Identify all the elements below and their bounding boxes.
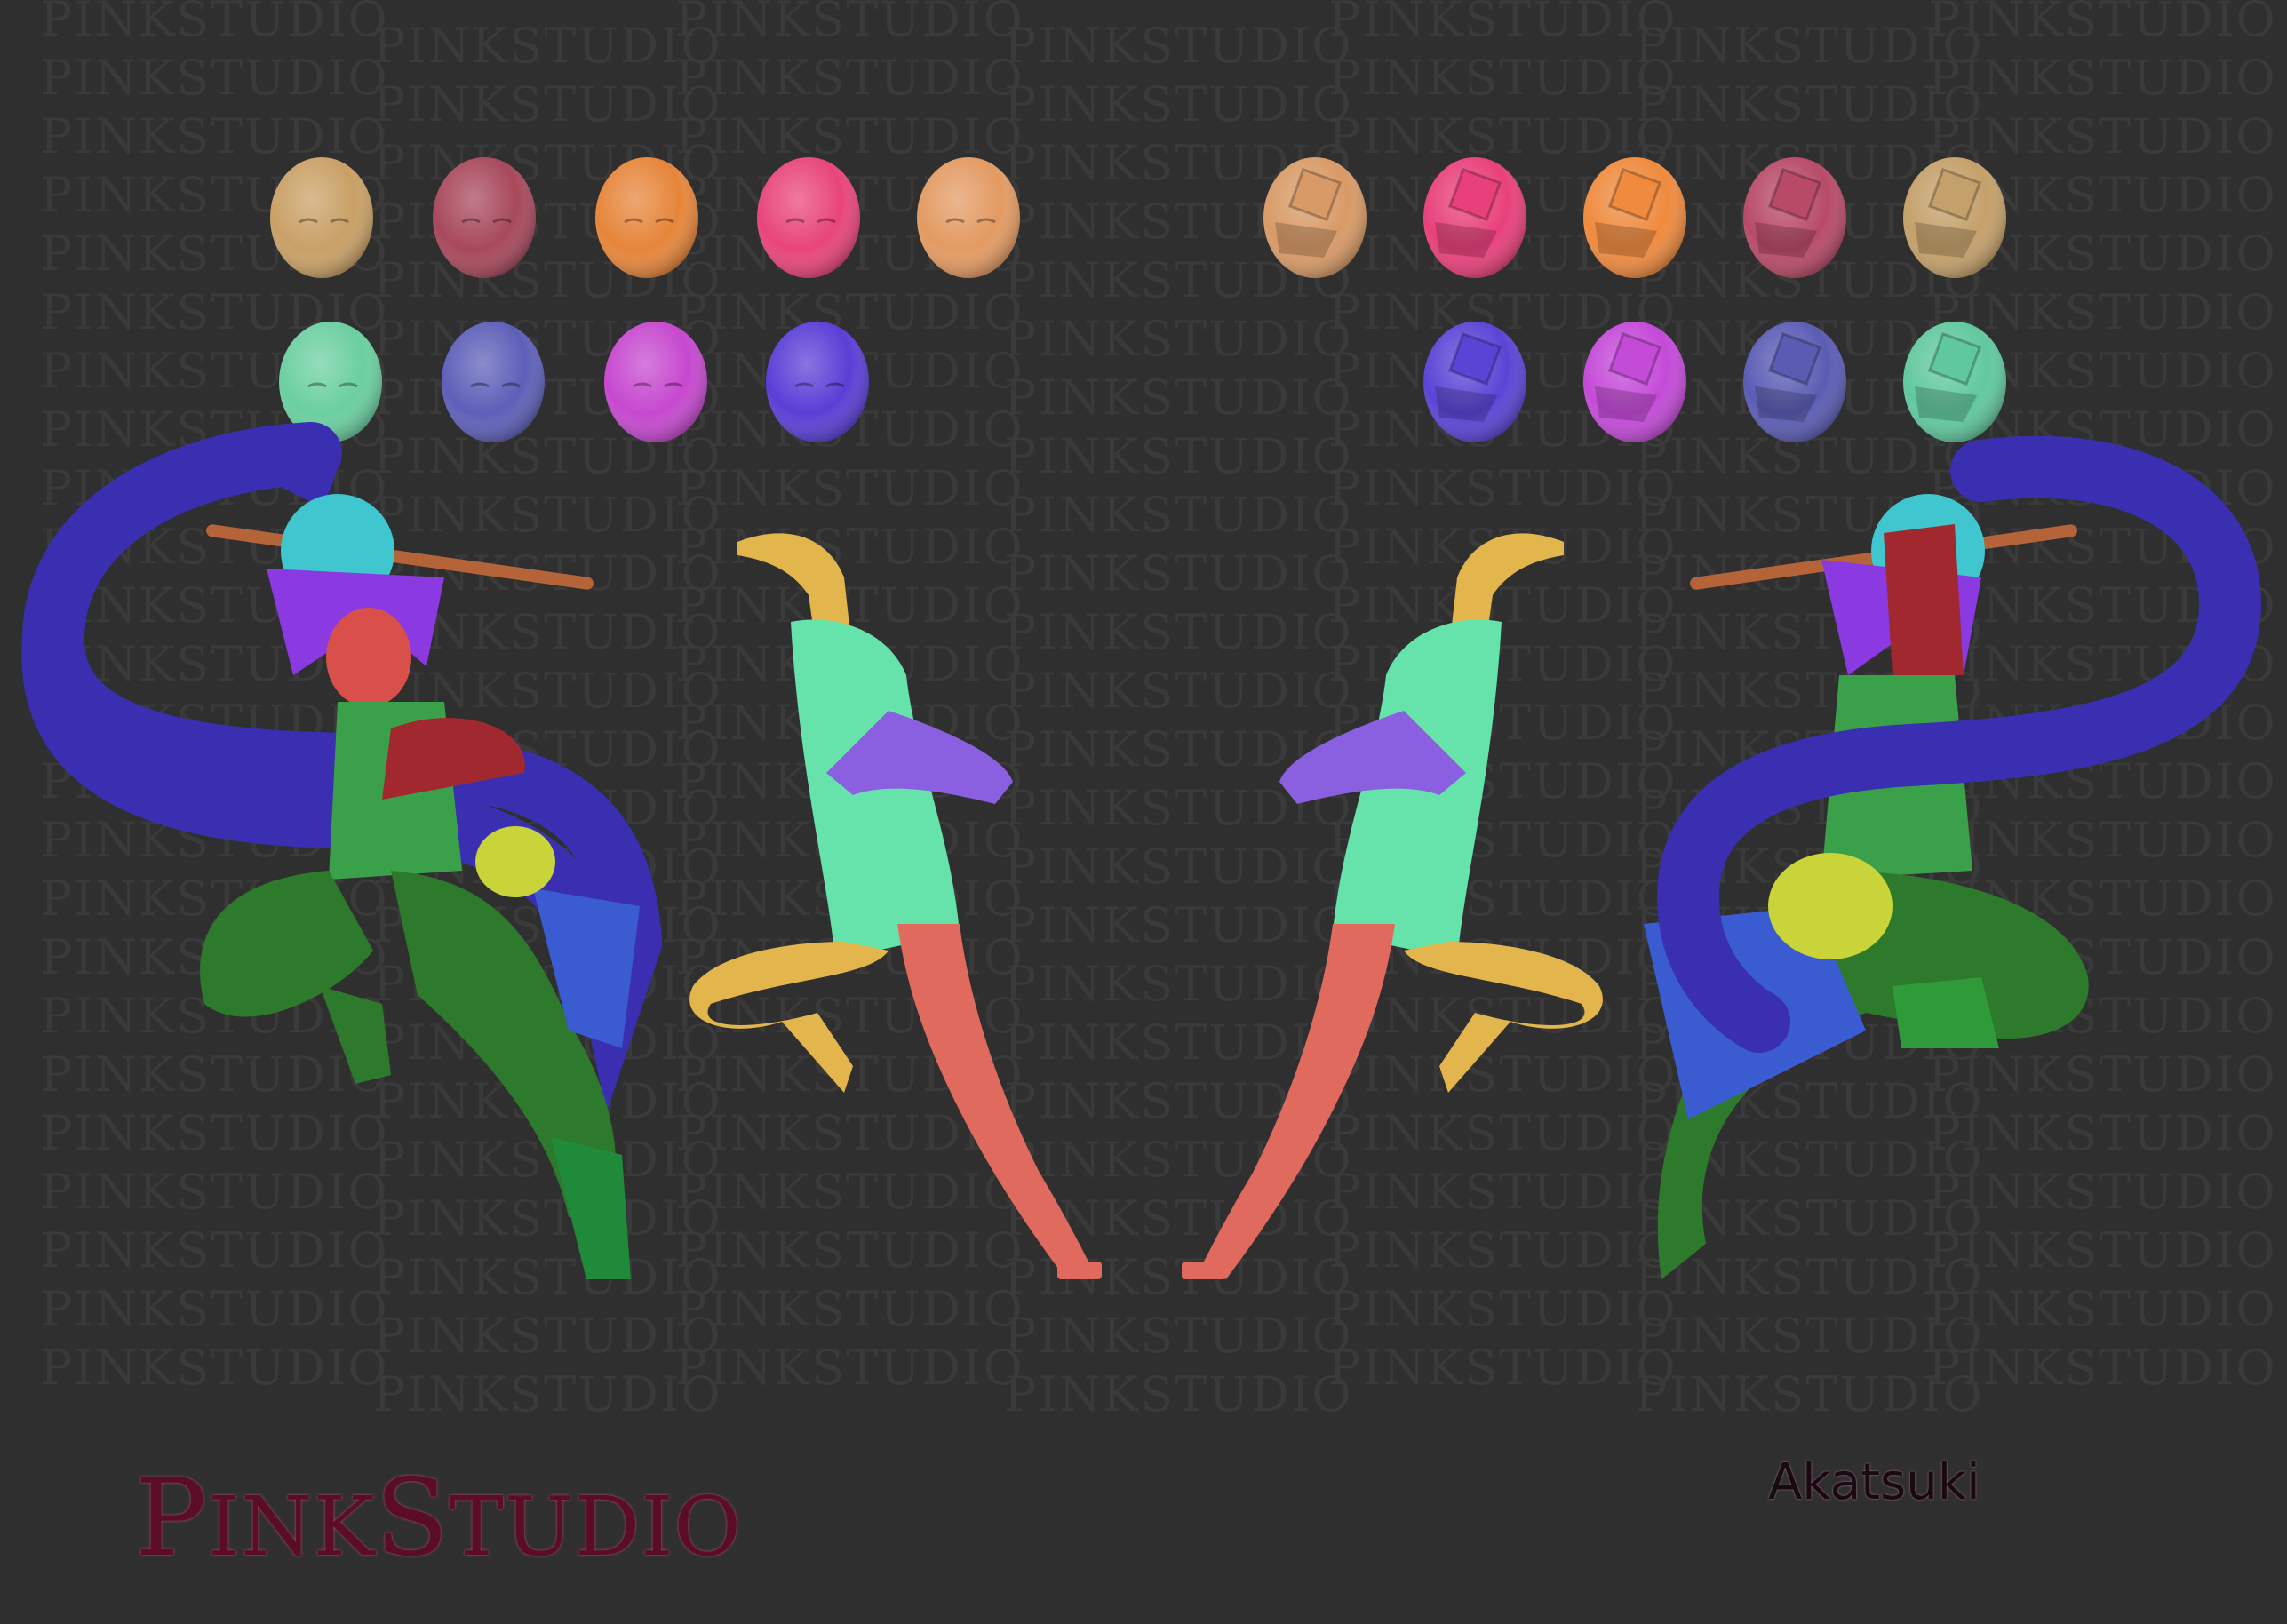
head-front-variant (766, 322, 869, 442)
render-canvas: PINKSTUDIO PINKSTUDIO PINKSTUDIO PINKSTUDIO… (0, 0, 2287, 1624)
head-back-variant (1583, 322, 1686, 442)
head-back-variant (1903, 322, 2006, 442)
pedestal (1182, 1262, 1226, 1279)
face (326, 608, 411, 707)
head-back-variant (1743, 157, 1846, 278)
head-variants-back (1263, 157, 2006, 442)
head-front-variant (757, 157, 860, 278)
leg-red (897, 924, 1093, 1279)
bag (1768, 853, 1893, 959)
leg-red (1199, 924, 1395, 1279)
base-body-back (1182, 533, 1603, 1279)
head-front-variant (433, 157, 536, 278)
boot (551, 1137, 631, 1279)
head-back-variant (1743, 322, 1846, 442)
head-back-variant (1423, 157, 1526, 278)
character-renders (21, 157, 2262, 1279)
head-variants-front (270, 157, 1020, 442)
head-front-variant (917, 157, 1020, 278)
head-back-variant (1263, 157, 1367, 278)
head-front-variant (595, 157, 698, 278)
character-name-caption: Akatsuki (1768, 1453, 1980, 1511)
leg-yellow (1404, 942, 1603, 1093)
head-back-variant (1423, 322, 1526, 442)
head-front-variant (270, 157, 373, 278)
arm-sleeve (1884, 524, 1964, 675)
foot-left (320, 986, 391, 1084)
pinkstudio-logo: PINKSTUDIO (135, 1457, 742, 1580)
head-back-variant (1903, 157, 2006, 278)
base-body-front (689, 533, 1102, 1279)
boot (1893, 977, 1999, 1048)
clothed-character-back (1644, 435, 2262, 1279)
head-front-variant (442, 322, 545, 442)
head-back-variant (1583, 157, 1686, 278)
pedestal (1057, 1262, 1102, 1279)
leg-yellow (689, 942, 889, 1093)
head-front-variant (604, 322, 707, 442)
bag (475, 826, 555, 897)
clothed-character-front (21, 422, 663, 1279)
